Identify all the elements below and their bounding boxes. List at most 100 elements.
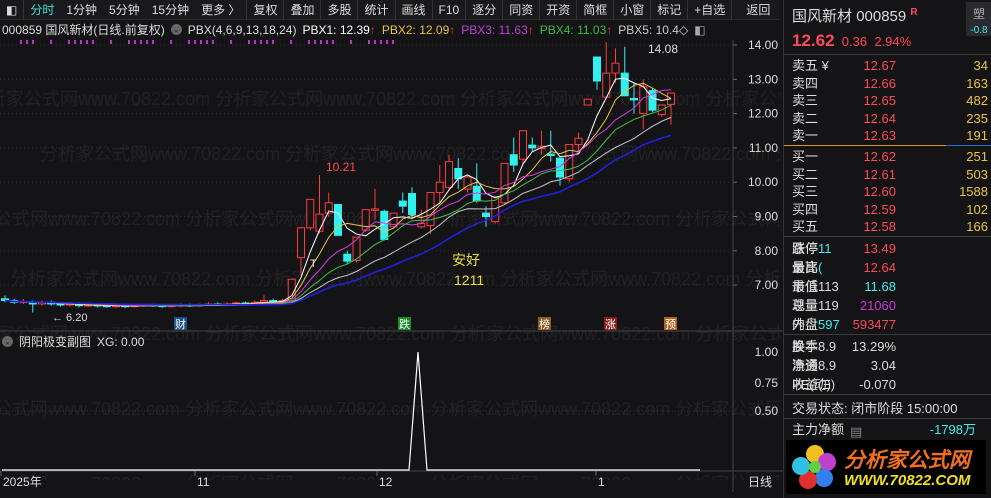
price-line: 12.62 0.36 2.94%: [792, 31, 911, 51]
candle-body: [297, 227, 305, 259]
quote-cell: 卖一: [792, 128, 819, 143]
quote-cell: 12.65: [863, 93, 896, 108]
price-change-pct: 2.94%: [874, 34, 912, 49]
signal-tick: [206, 40, 208, 44]
quote-cell: 119: [818, 298, 839, 313]
quote-cell: 卖四: [792, 75, 819, 91]
signal-tick: [128, 40, 130, 44]
list-icon: ▤: [850, 424, 863, 439]
candle-body: [611, 62, 620, 74]
quote-cell: 最高: [792, 260, 819, 275]
quote-cell: 买一: [792, 149, 819, 164]
signal-tick: [146, 40, 148, 44]
candle-body: [593, 56, 601, 82]
quote-cell: 3.04: [870, 358, 896, 373]
ask-row: 卖五 ¥ 12.67 34: [792, 57, 988, 74]
peak-label: 14.08: [648, 42, 678, 56]
flower-logo-icon: [792, 445, 836, 489]
signal-tick: [290, 40, 292, 44]
quote-cell: 13.29%: [851, 339, 896, 354]
last-price: 12.62: [792, 31, 835, 50]
kline-chart[interactable]: 14.0013.0012.0011.0010.009.008.007.0010.…: [0, 0, 783, 498]
sub-chart-title: 阴阳极变副图: [19, 335, 92, 349]
signal-tick: [260, 40, 262, 44]
ask-row: 卖三 12.65 482: [792, 92, 988, 109]
bid-row: 买一 12.62 251: [792, 148, 988, 165]
bid-row: 买四 12.59 102: [792, 201, 988, 218]
candle-body: [528, 144, 537, 149]
quote-cell: 换手: [792, 339, 819, 354]
signal-tick: [332, 40, 334, 44]
quote-cell: 12.66: [863, 75, 896, 91]
period-label: 日线: [748, 475, 772, 489]
signal-tick: [50, 40, 52, 44]
candle-body: [519, 130, 527, 160]
sub-axis-label: 0.75: [755, 376, 779, 390]
quote-cell: 买二: [792, 166, 819, 182]
high-label: 10.21: [326, 160, 356, 174]
signal-tick: [152, 40, 154, 44]
candle-body: [306, 198, 315, 229]
stock-name: 国风新材: [792, 8, 853, 25]
quote-cell: -0.070: [859, 377, 896, 392]
signal-tick: [248, 40, 250, 44]
logo: 分析家公式网 WWW.70822.COM: [786, 440, 986, 494]
signal-tick: [254, 40, 256, 44]
signal-tick: [374, 40, 376, 44]
signal-tick: [386, 40, 388, 44]
side-tab[interactable]: 塑 -0.8: [966, 2, 991, 36]
signal-tick: [368, 40, 370, 44]
quote-cell: 卖二: [792, 110, 819, 126]
quote-cell: 买四: [792, 201, 819, 217]
date-label: 12: [379, 475, 393, 489]
quote-cell: 卖五 ¥: [792, 58, 829, 73]
quote-cell: 12.61: [863, 166, 896, 182]
xg-value: XG: 0.00: [97, 334, 145, 349]
sub-axis-label: 0.50: [755, 404, 779, 418]
price-axis-label: 9.00: [755, 210, 779, 224]
price-change: 0.36: [841, 34, 868, 49]
quote-cell: 12.60: [863, 184, 896, 199]
signal-tick: [212, 40, 214, 44]
quote-cell: 12.64: [863, 260, 896, 275]
quote-cell: 12.58: [863, 219, 896, 234]
signal-tick: [92, 40, 94, 44]
quote-cell: 1588: [959, 184, 988, 199]
quote-cell: 21060: [859, 298, 896, 313]
candle-body: [574, 137, 583, 145]
quote-cell: 涨停: [792, 241, 819, 256]
bid-row: 买二 12.61 503: [792, 166, 988, 183]
quote-cell: 503: [966, 166, 988, 182]
main-flow-value: -1798万: [929, 422, 976, 437]
stat-row: 换手 13.29% 股本8.9: [792, 338, 988, 355]
quote-cell: 235: [966, 110, 988, 126]
quote-cell: 102: [966, 201, 988, 217]
quote-cell: 外盘: [792, 317, 819, 332]
low-label: ← 6.20: [52, 312, 87, 324]
signal-tag: 预: [665, 318, 676, 331]
stat-row: 外盘 593477 内盘597: [792, 316, 988, 333]
signal-tag: 跌: [399, 317, 410, 331]
quote-cell: 主力净额: [792, 422, 845, 437]
quote-cell: 净资: [792, 358, 819, 373]
price-axis-label: 14.00: [748, 38, 778, 52]
signal-tick: [194, 40, 196, 44]
candle-body: [334, 203, 342, 236]
stock-header: 国风新材 000859 R: [792, 5, 918, 26]
signal-tick: [20, 40, 22, 44]
signal-tick: [26, 40, 28, 44]
ma-line-4: [4, 77, 672, 307]
pattern-label: 安好: [452, 252, 480, 268]
dropdown-icon[interactable]: ⌄: [2, 336, 13, 347]
quote-cell: 251: [966, 149, 988, 164]
stat-row: 净资 3.04 流通8.9: [792, 357, 988, 374]
candle-body: [583, 98, 592, 106]
price-axis-label: 11.00: [749, 141, 778, 155]
quote-cell: 12.59: [863, 201, 896, 217]
signal-tick: [80, 40, 82, 44]
signal-tick: [308, 40, 310, 44]
ask-row: 卖一 12.63 191: [792, 127, 988, 144]
quote-cell: 166: [966, 219, 988, 234]
signal-tick: [140, 40, 142, 44]
quote-cell: 收益(Ξ): [792, 377, 836, 392]
